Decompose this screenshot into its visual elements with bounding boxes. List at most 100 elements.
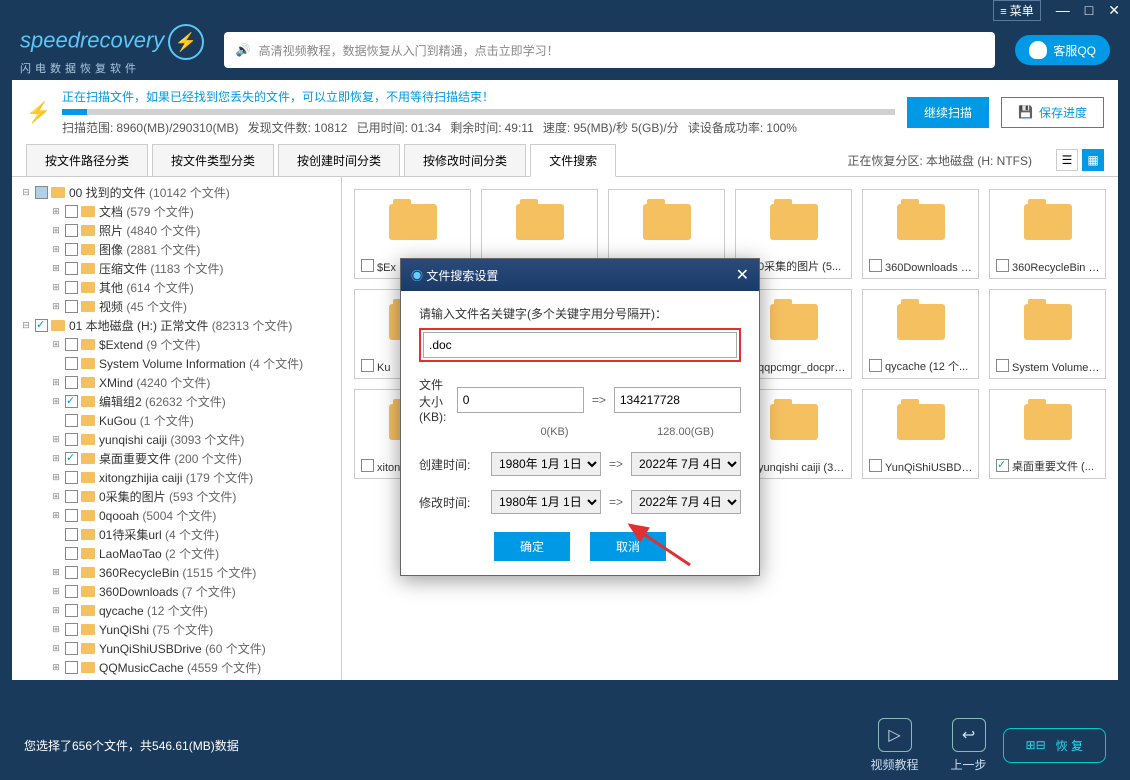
size-to-input[interactable]: [614, 387, 741, 413]
tree-node[interactable]: ⊞YunQiShiUSBDrive (60 个文件): [16, 639, 337, 658]
checkbox[interactable]: [869, 359, 882, 372]
minimize-button[interactable]: —: [1056, 2, 1070, 18]
customer-service-button[interactable]: 客服QQ: [1015, 35, 1110, 65]
tab-modify-time[interactable]: 按修改时间分类: [404, 144, 526, 176]
video-tutorial-button[interactable]: ▷视频教程: [871, 718, 919, 773]
expand-icon[interactable]: ⊞: [50, 396, 62, 407]
checkbox[interactable]: [65, 205, 78, 218]
expand-icon[interactable]: ⊞: [50, 567, 62, 578]
checkbox[interactable]: [361, 459, 374, 472]
ok-button[interactable]: 确定: [494, 532, 570, 561]
checkbox[interactable]: [996, 259, 1009, 272]
cancel-button[interactable]: 取消: [590, 532, 666, 561]
create-to-select[interactable]: 2022年 7月 4日: [631, 452, 741, 476]
expand-icon[interactable]: ⊞: [50, 339, 62, 350]
tree-node[interactable]: ⊞yunqishi caiji (3093 个文件): [16, 430, 337, 449]
tree-node[interactable]: System Volume Information (4 个文件): [16, 354, 337, 373]
tree-node[interactable]: ⊞xitongzhijia caiji (179 个文件): [16, 468, 337, 487]
expand-icon[interactable]: ⊞: [50, 282, 62, 293]
expand-icon[interactable]: ⊞: [50, 510, 62, 521]
checkbox[interactable]: [65, 452, 78, 465]
grid-item[interactable]: 桌面重要文件 (...: [989, 389, 1106, 479]
maximize-button[interactable]: □: [1085, 2, 1093, 18]
checkbox[interactable]: [65, 281, 78, 294]
grid-item[interactable]: 360Downloads (7...: [862, 189, 979, 279]
list-view-button[interactable]: ☰: [1056, 149, 1078, 171]
tutorial-banner[interactable]: 🔊 高清视频教程，数据恢复从入门到精通，点击立即学习！: [224, 32, 996, 68]
tree-node[interactable]: ⊞图像 (2881 个文件): [16, 240, 337, 259]
checkbox[interactable]: [65, 509, 78, 522]
checkbox[interactable]: [65, 376, 78, 389]
tree-node[interactable]: 01待采集url (4 个文件): [16, 525, 337, 544]
tree-node[interactable]: ⊞其他 (614 个文件): [16, 278, 337, 297]
expand-icon[interactable]: ⊞: [50, 434, 62, 445]
keyword-input[interactable]: [423, 332, 737, 358]
tree-node[interactable]: ⊞照片 (4840 个文件): [16, 221, 337, 240]
expand-icon[interactable]: ⊞: [50, 206, 62, 217]
checkbox[interactable]: [65, 566, 78, 579]
grid-view-button[interactable]: ▦: [1082, 149, 1104, 171]
modify-from-select[interactable]: 1980年 1月 1日: [491, 490, 601, 514]
checkbox[interactable]: [65, 528, 78, 541]
checkbox[interactable]: [65, 338, 78, 351]
checkbox[interactable]: [65, 414, 78, 427]
checkbox[interactable]: [996, 359, 1009, 372]
tree-node[interactable]: ⊞qycache (12 个文件): [16, 601, 337, 620]
checkbox[interactable]: [65, 471, 78, 484]
tree-node[interactable]: ⊞YunQiShi (75 个文件): [16, 620, 337, 639]
checkbox[interactable]: [65, 433, 78, 446]
expand-icon[interactable]: ⊞: [50, 301, 62, 312]
back-button[interactable]: ↩上一步: [951, 718, 987, 773]
checkbox[interactable]: [65, 224, 78, 237]
tree-node[interactable]: ⊞0qooah (5004 个文件): [16, 506, 337, 525]
checkbox[interactable]: [869, 459, 882, 472]
expand-icon[interactable]: ⊞: [50, 586, 62, 597]
checkbox[interactable]: [361, 359, 374, 372]
grid-item[interactable]: 360RecycleBin (1...: [989, 189, 1106, 279]
size-from-input[interactable]: [457, 387, 584, 413]
expand-icon[interactable]: ⊞: [50, 472, 62, 483]
expand-icon[interactable]: ⊟: [20, 187, 32, 198]
tree-node[interactable]: ⊞$Extend (9 个文件): [16, 335, 337, 354]
tree-node[interactable]: ⊞0采集的图片 (593 个文件): [16, 487, 337, 506]
tree-node[interactable]: ⊟00 找到的文件 (10142 个文件): [16, 183, 337, 202]
expand-icon[interactable]: ⊞: [50, 491, 62, 502]
expand-icon[interactable]: ⊞: [50, 624, 62, 635]
checkbox[interactable]: [35, 319, 48, 332]
tree-node[interactable]: ⊞360Downloads (7 个文件): [16, 582, 337, 601]
checkbox[interactable]: [361, 259, 374, 272]
tab-create-time[interactable]: 按创建时间分类: [278, 144, 400, 176]
expand-icon[interactable]: ⊞: [50, 263, 62, 274]
checkbox[interactable]: [65, 585, 78, 598]
expand-icon[interactable]: ⊞: [50, 605, 62, 616]
checkbox[interactable]: [65, 490, 78, 503]
checkbox[interactable]: [996, 459, 1009, 472]
tab-type[interactable]: 按文件类型分类: [152, 144, 274, 176]
expand-icon[interactable]: ⊞: [50, 244, 62, 255]
checkbox[interactable]: [65, 262, 78, 275]
tree-node[interactable]: KuGou (1 个文件): [16, 411, 337, 430]
checkbox[interactable]: [869, 259, 882, 272]
checkbox[interactable]: [65, 357, 78, 370]
dialog-close-button[interactable]: ✕: [736, 265, 749, 285]
checkbox[interactable]: [65, 243, 78, 256]
tree-node[interactable]: ⊟01 本地磁盘 (H:) 正常文件 (82313 个文件): [16, 316, 337, 335]
grid-item[interactable]: System Volume In...: [989, 289, 1106, 379]
close-button[interactable]: ✕: [1108, 2, 1120, 19]
menu-button[interactable]: ≡ 菜单: [993, 0, 1041, 21]
file-tree[interactable]: ⊟00 找到的文件 (10142 个文件)⊞文档 (579 个文件)⊞照片 (4…: [12, 177, 342, 680]
modify-to-select[interactable]: 2022年 7月 4日: [631, 490, 741, 514]
grid-item[interactable]: YunQiShiUSBDrive...: [862, 389, 979, 479]
create-from-select[interactable]: 1980年 1月 1日: [491, 452, 601, 476]
expand-icon[interactable]: ⊞: [50, 662, 62, 673]
tab-search[interactable]: 文件搜索: [530, 144, 616, 177]
checkbox[interactable]: [35, 186, 48, 199]
checkbox[interactable]: [65, 604, 78, 617]
tree-node[interactable]: ⊞视频 (45 个文件): [16, 297, 337, 316]
save-progress-button[interactable]: 💾保存进度: [1001, 97, 1104, 128]
recover-button[interactable]: ⊞⊟恢 复: [1003, 728, 1106, 763]
checkbox[interactable]: [65, 642, 78, 655]
tree-node[interactable]: ⊞XMind (4240 个文件): [16, 373, 337, 392]
tree-node[interactable]: ⊞桌面重要文件 (200 个文件): [16, 449, 337, 468]
tree-node[interactable]: ⊞文档 (579 个文件): [16, 202, 337, 221]
